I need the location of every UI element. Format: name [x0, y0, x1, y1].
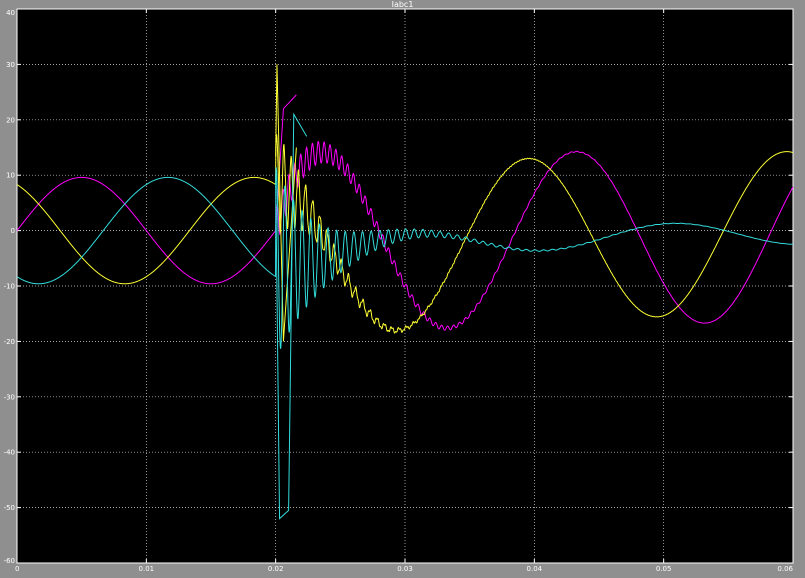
- y-tick-label: 30: [6, 61, 15, 69]
- x-tick-label: 0.02: [268, 565, 284, 573]
- y-tick-label: 0: [11, 227, 15, 235]
- x-tick-label: 0.05: [656, 565, 672, 573]
- y-tick-label: 40: [6, 9, 15, 17]
- y-tick-label: 20: [6, 116, 15, 124]
- y-tick-label: -20: [4, 338, 15, 346]
- y-tick-label: 10: [6, 172, 15, 180]
- x-tick-label: 0: [15, 565, 19, 573]
- x-tick-label: 0.06: [777, 565, 793, 573]
- x-tick-label: 0.04: [527, 565, 543, 573]
- y-tick-label: -50: [4, 504, 15, 512]
- x-tick-label: 0.01: [139, 565, 155, 573]
- y-tick-label: -10: [4, 283, 15, 291]
- scope-plot: 0 0.01 0.02 0.03 0.04 0.05 0.06 -60 -50 -40 -30 -20…: [4, 8, 794, 573]
- y-tick-label: -60: [4, 557, 15, 565]
- x-tick-label: 0.03: [397, 565, 413, 573]
- y-tick-label: -30: [4, 393, 15, 401]
- scope-window: Iabc1 0 0.01 0.02 0.03 0.04 0.05 0.06 -60 -50 -40…: [0, 0, 805, 578]
- y-tick-label: -40: [4, 449, 15, 457]
